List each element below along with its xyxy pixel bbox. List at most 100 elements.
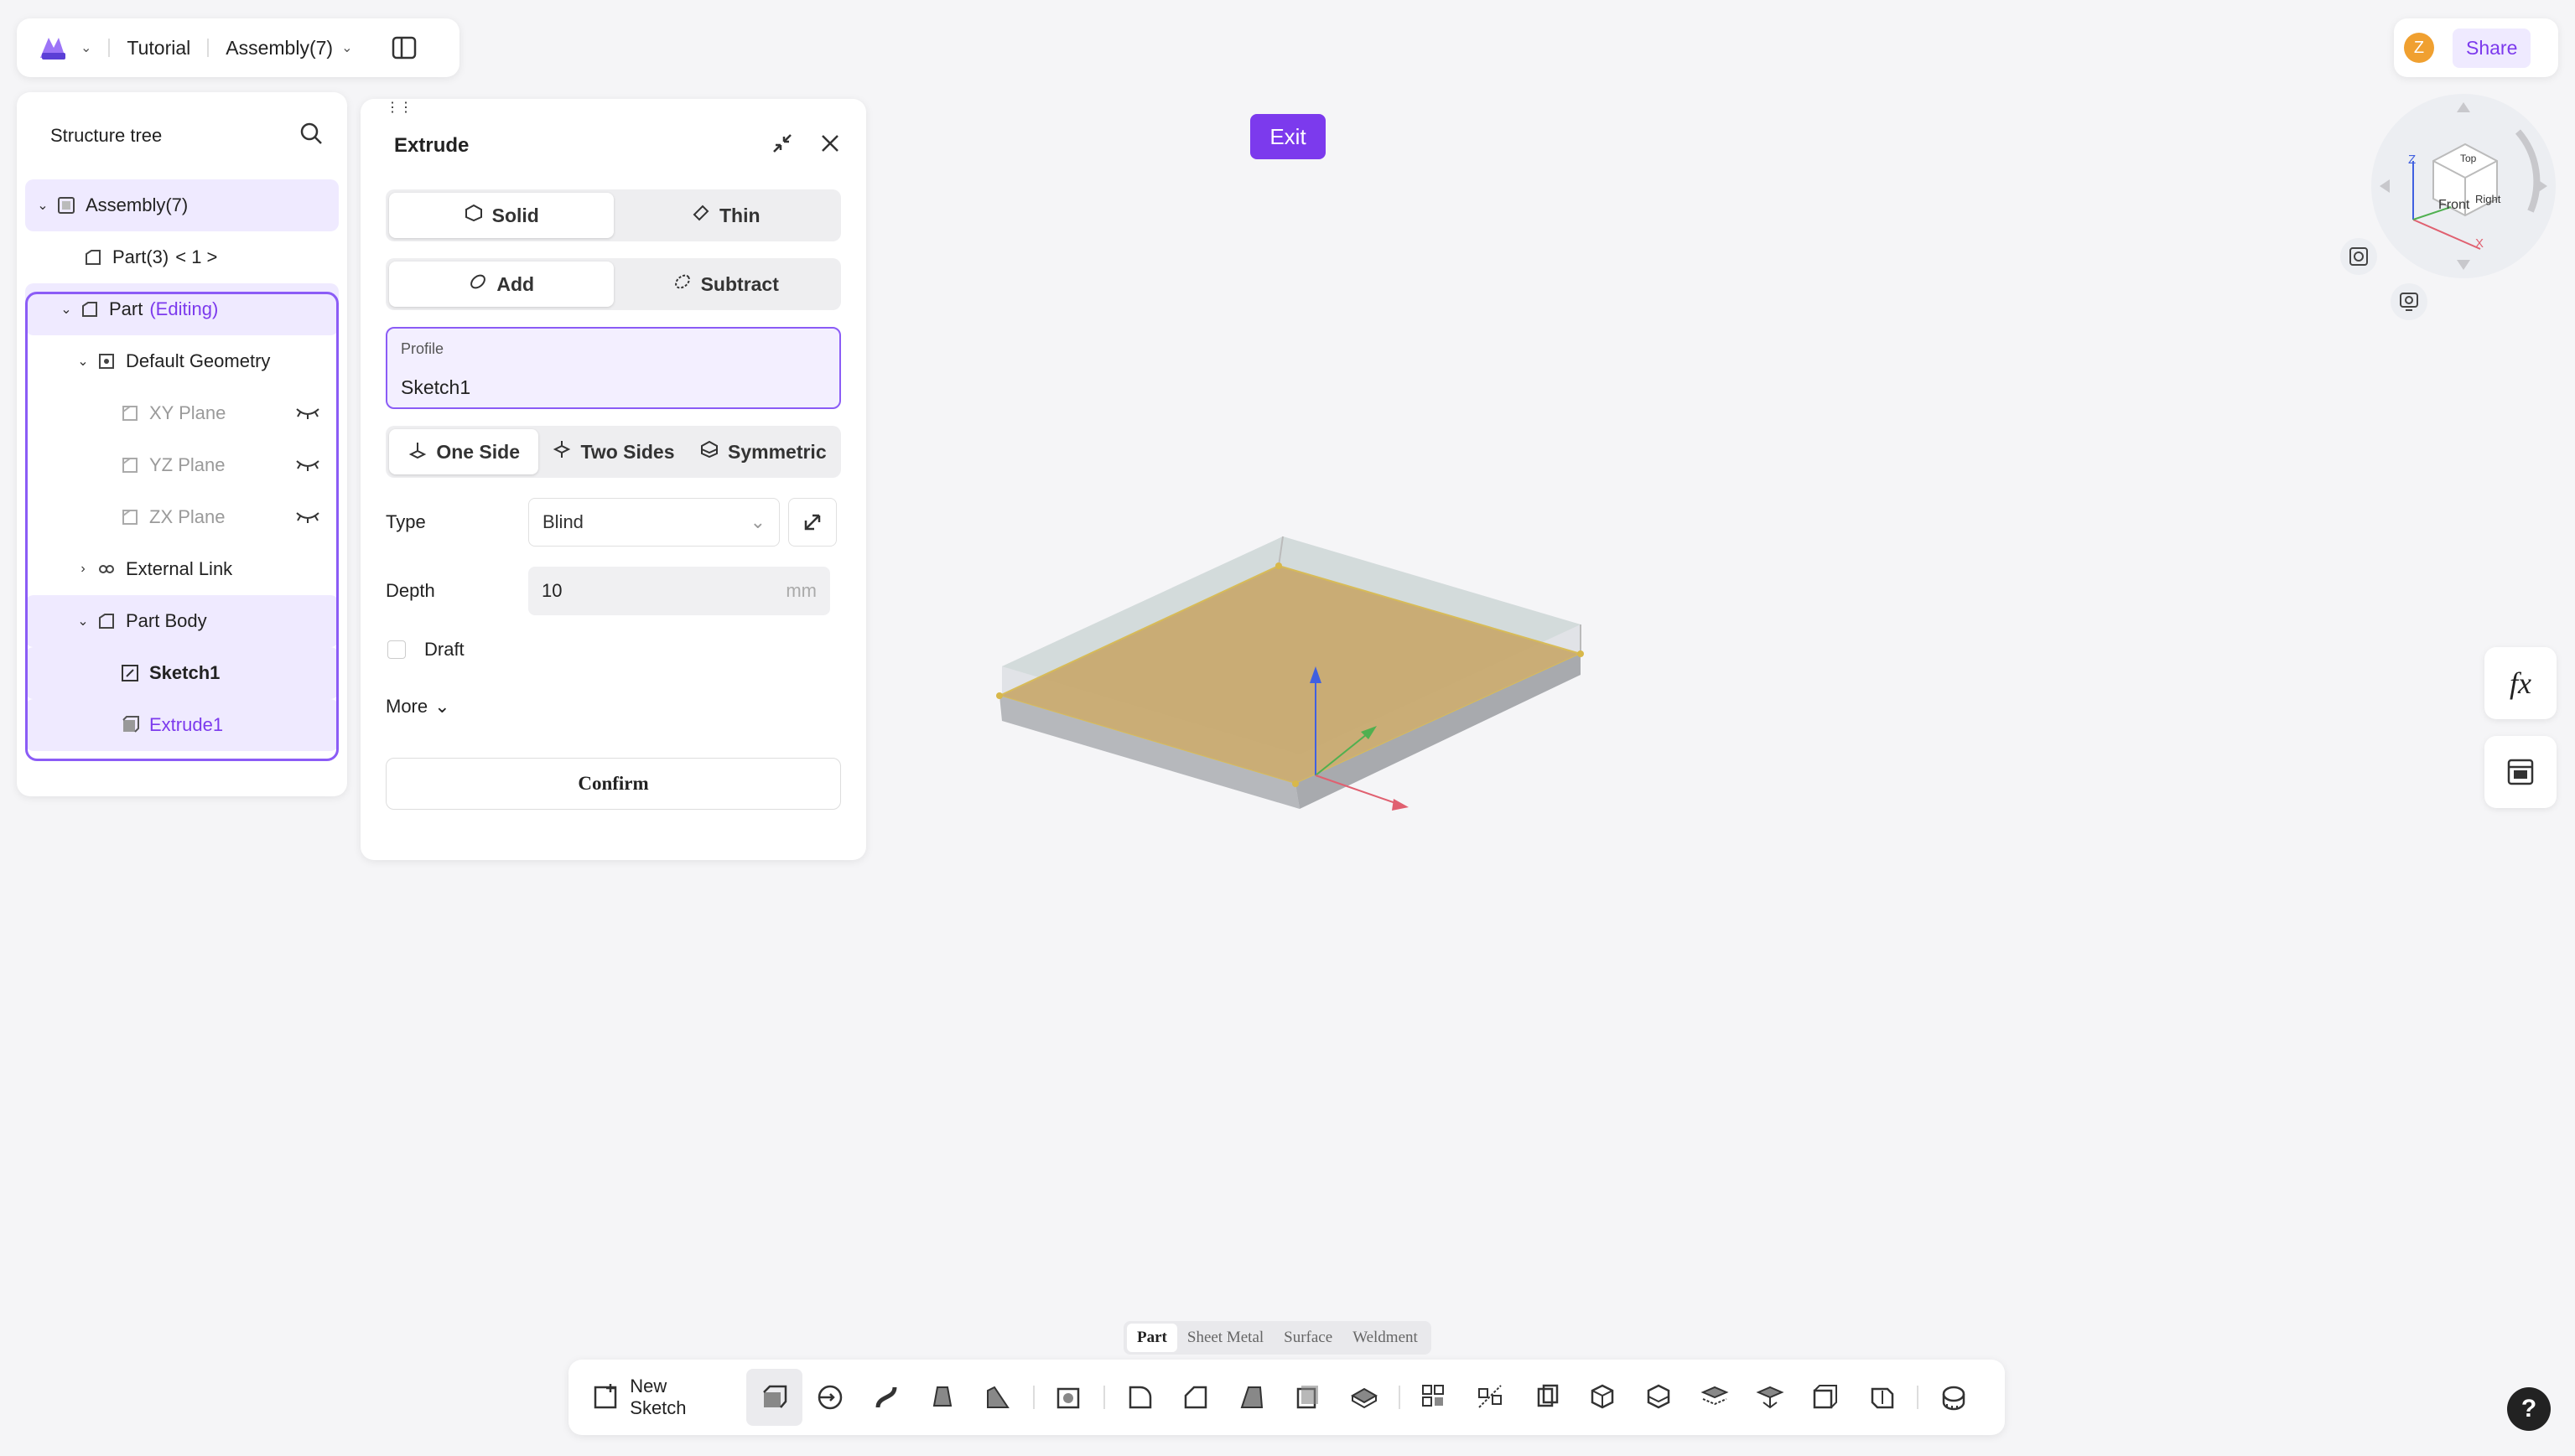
tree-item-part-body[interactable]: ⌄ Part Body [25,595,339,647]
tree-item-zx-plane[interactable]: ZX Plane [25,491,339,543]
fit-view-button[interactable] [2340,238,2377,275]
tree-item-yz-plane[interactable]: YZ Plane [25,439,339,491]
boolean-tool[interactable] [1575,1369,1631,1426]
loft-tool[interactable] [914,1369,970,1426]
breadcrumb-assembly[interactable]: Assembly(7) [226,37,333,60]
logo-chevron-down-icon[interactable]: ⌄ [80,39,91,56]
delete-face-tool[interactable] [1686,1369,1742,1426]
subtract-option[interactable]: Subtract [614,262,838,307]
solid-option[interactable]: Solid [389,193,614,238]
depth-input[interactable]: 10 mm [528,567,830,615]
share-button[interactable]: Share [2453,28,2531,68]
expand-chevron-icon[interactable]: ⌄ [59,301,74,318]
tree-item-external-link[interactable]: › External Link [25,543,339,595]
rib-icon [987,1386,1010,1408]
tab-sheet-metal[interactable]: Sheet Metal [1177,1324,1274,1352]
avatar[interactable]: Z [2404,33,2434,63]
draft-checkbox-row[interactable]: Draft [386,639,841,661]
viewcube-right-label[interactable]: Right [2475,193,2500,205]
replace-face-icon [1756,1386,1785,1409]
3d-viewport[interactable] [989,528,1593,922]
thicken-tool[interactable] [1280,1369,1337,1426]
view-settings-button[interactable] [2391,283,2427,320]
type-select[interactable]: Blind ⌄ [528,498,780,547]
structure-tree-panel: Structure tree ⌄ Assembly(7) Part(3) < 1… [17,92,347,796]
type-label: Type [386,511,426,532]
split-tool[interactable] [1631,1369,1687,1426]
mirror-tool[interactable] [1463,1369,1519,1426]
view-cube[interactable]: Top Front Right Z X [2371,94,2556,278]
reference-plane-tool[interactable] [1855,1369,1911,1426]
exit-button[interactable]: Exit [1250,114,1326,159]
collapse-icon[interactable] [771,132,794,161]
new-sketch-label: New Sketch [630,1376,687,1418]
tree-item-part-editing[interactable]: ⌄ Part (Editing) [25,283,339,335]
eye-closed-icon[interactable] [295,404,320,426]
sweep-tool[interactable] [859,1369,915,1426]
help-button[interactable]: ? [2507,1387,2551,1431]
move-body-tool[interactable] [1519,1369,1575,1426]
thin-option[interactable]: Thin [614,193,838,238]
sketch-icon [119,662,141,684]
search-icon[interactable] [299,121,324,151]
expand-chevron-icon[interactable]: ⌄ [35,197,50,214]
close-icon[interactable] [819,132,841,160]
profile-value: Sketch1 [401,376,471,398]
revolve-tool[interactable] [802,1369,859,1426]
eye-closed-icon[interactable] [295,508,320,530]
expand-chevron-icon[interactable]: ⌄ [75,613,91,630]
divider [108,39,111,57]
wrap-tool[interactable] [1336,1369,1392,1426]
flip-direction-button[interactable] [788,498,837,547]
tab-surface[interactable]: Surface [1274,1324,1342,1352]
viewcube-front-label[interactable]: Front [2438,198,2469,213]
rib-tool[interactable] [970,1369,1026,1426]
extrude-tool[interactable] [746,1369,802,1426]
chevron-down-icon: ⌄ [434,696,450,717]
tree-item-xy-plane[interactable]: XY Plane [25,387,339,439]
new-sketch-button[interactable]: New Sketch [592,1376,726,1419]
assembly-chevron-down-icon[interactable]: ⌄ [341,39,352,56]
tab-part[interactable]: Part [1127,1324,1177,1352]
one-side-option[interactable]: One Side [389,429,539,474]
add-option[interactable]: Add [389,262,614,307]
app-logo-icon[interactable] [35,31,72,65]
offset-face-tool[interactable] [1799,1369,1855,1426]
thicken-icon [1296,1386,1318,1409]
symmetric-option[interactable]: Symmetric [688,429,838,474]
panel-toggle-button[interactable] [389,33,419,63]
confirm-button[interactable]: Confirm [386,758,841,810]
tree-item-default-geometry[interactable]: ⌄ Default Geometry [25,335,339,387]
more-toggle[interactable]: More ⌄ [386,696,841,718]
depth-value: 10 [542,580,563,601]
tree-item-part3[interactable]: Part(3) < 1 > [25,231,339,283]
breadcrumb-tutorial[interactable]: Tutorial [127,37,190,60]
expand-chevron-right-icon[interactable]: › [75,562,91,577]
reference-plane-icon [1871,1387,1894,1409]
profile-field[interactable]: Profile Sketch1 [386,327,841,409]
tab-weldment[interactable]: Weldment [1342,1324,1428,1352]
fillet-tool[interactable] [1112,1369,1168,1426]
flip-direction-icon [804,514,821,531]
shell-tool[interactable] [1041,1369,1098,1426]
draft-tool[interactable] [1224,1369,1280,1426]
viewcube-top-label[interactable]: Top [2460,153,2476,164]
toolbar-divider [1032,1386,1035,1409]
feature-toolbar: New Sketch [568,1360,2005,1435]
table-button[interactable] [2484,736,2557,808]
draft-checkbox[interactable] [387,640,406,659]
replace-face-tool[interactable] [1742,1369,1799,1426]
chevron-down-icon: ⌄ [750,511,766,532]
drag-handle-icon[interactable]: ⋮⋮ [386,101,413,115]
chamfer-tool[interactable] [1168,1369,1224,1426]
expand-chevron-icon[interactable]: ⌄ [75,353,91,370]
eye-closed-icon[interactable] [295,456,320,478]
two-sides-option[interactable]: Two Sides [538,429,688,474]
tree-item-assembly[interactable]: ⌄ Assembly(7) [25,179,339,231]
formula-button[interactable]: fx [2484,647,2557,719]
instance-pager[interactable]: < 1 > [175,246,217,268]
pattern-tool[interactable] [1407,1369,1463,1426]
tree-item-extrude1[interactable]: Extrude1 [25,699,339,751]
tree-item-sketch1[interactable]: Sketch1 [25,647,339,699]
measure-tool[interactable] [1925,1369,1981,1426]
